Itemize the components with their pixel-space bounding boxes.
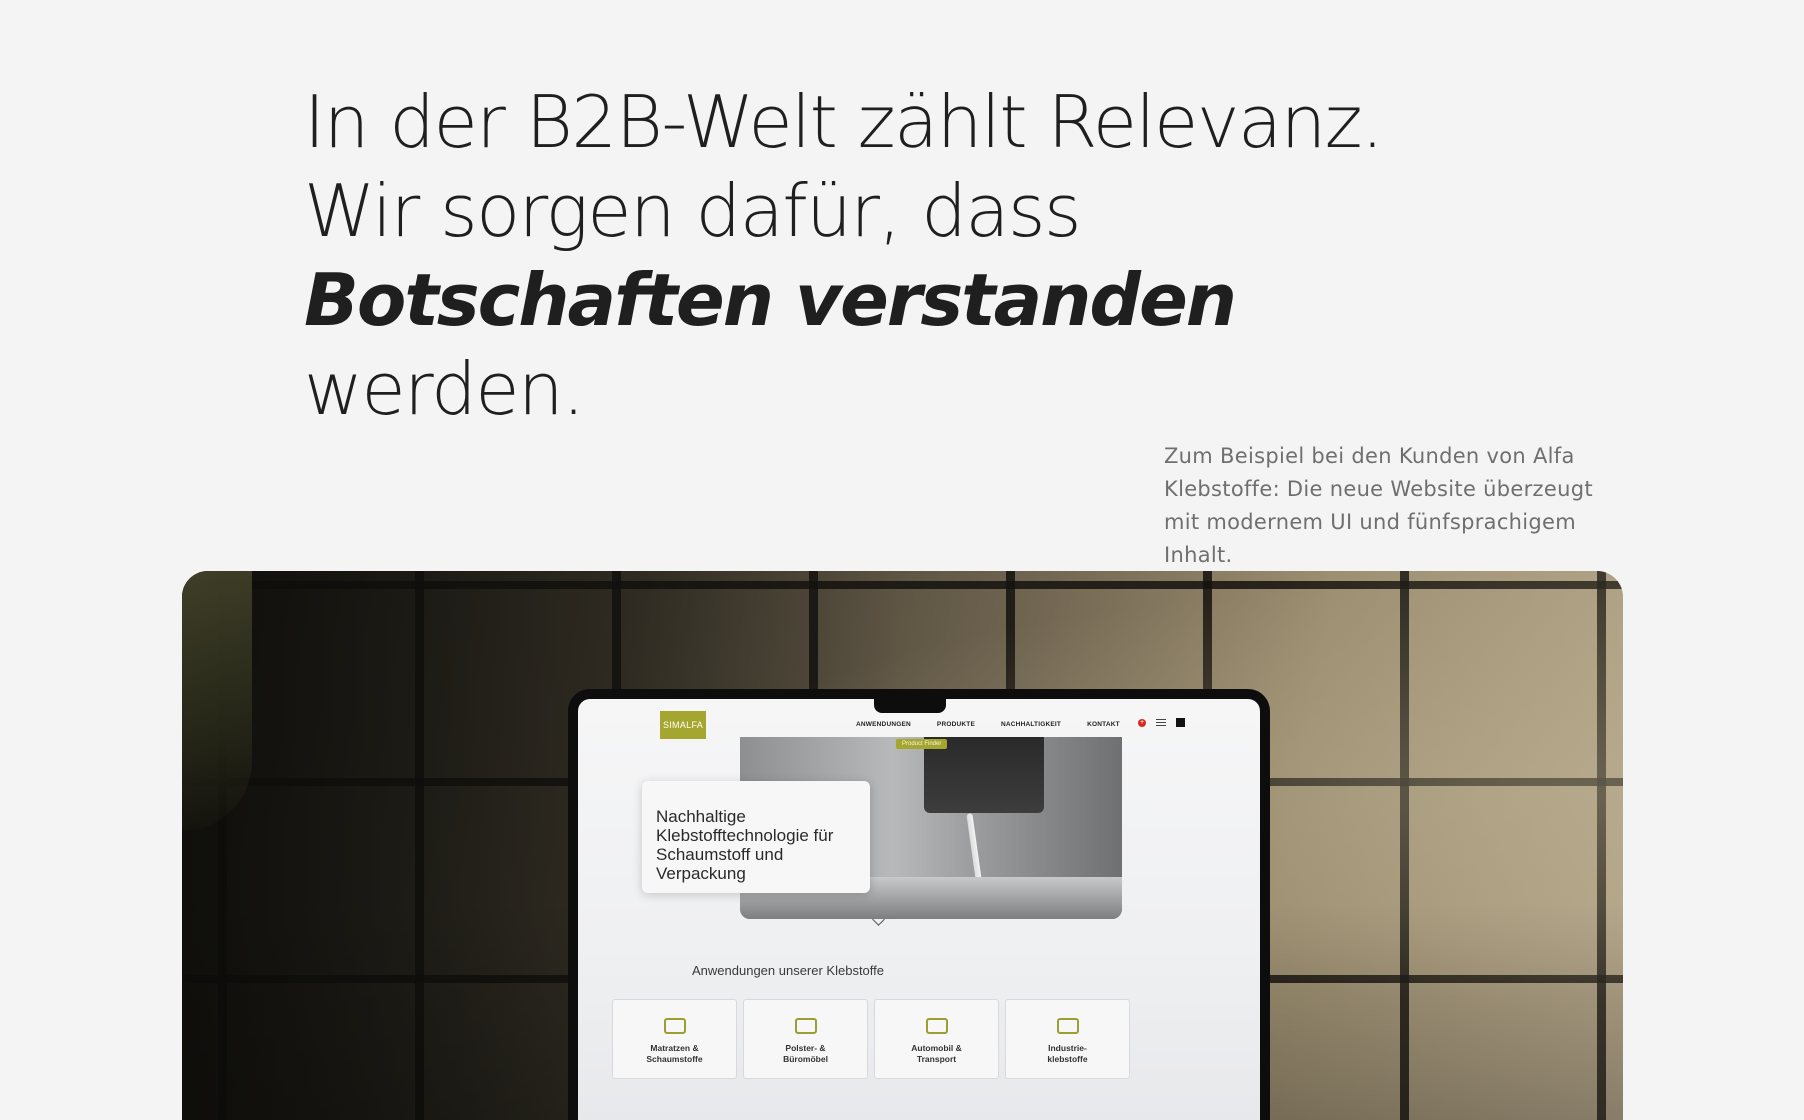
headline: In der B2B-Welt zählt Relevanz. Wir sorg… bbox=[304, 78, 1504, 434]
site-application-card: Polster- & Büromöbel bbox=[743, 999, 868, 1079]
site-nav-nachhaltigkeit: NACHHALTIGKEIT bbox=[1001, 721, 1062, 728]
car-seat-icon bbox=[925, 1018, 948, 1034]
factory-icon bbox=[1056, 1018, 1079, 1034]
site-application-label: Automobil & Transport bbox=[911, 1043, 962, 1064]
site-nav-links: ANWENDUNGEN PRODUKTE NACHHALTIGKEIT KONT… bbox=[856, 721, 1120, 728]
swiss-flag-icon: + bbox=[1138, 718, 1146, 727]
site-application-card: Automobil & Transport bbox=[874, 999, 999, 1079]
headline-part2: werden. bbox=[304, 347, 585, 431]
site-application-cards: Matratzen & Schaumstoffe Polster- & Büro… bbox=[612, 999, 1130, 1079]
mattress-icon bbox=[663, 1018, 686, 1034]
site-logo: SIMALFA bbox=[660, 711, 706, 739]
site-hero-card: Nachhaltige Klebstofftechnologie für Sch… bbox=[642, 781, 870, 893]
site-nav-kontakt: KONTAKT bbox=[1087, 721, 1120, 728]
laptop-notch bbox=[874, 697, 946, 713]
site-application-label: Matratzen & Schaumstoffe bbox=[646, 1043, 703, 1064]
site-nav-anwendungen: ANWENDUNGEN bbox=[856, 721, 911, 728]
case-study-photo: SIMALFA ANWENDUNGEN PRODUKTE NACHHALTIGK… bbox=[182, 571, 1623, 1120]
headline-emphasis: Botschaften verstanden bbox=[304, 258, 1237, 342]
site-hero-heading: Nachhaltige Klebstofftechnologie für Sch… bbox=[656, 807, 834, 883]
plant-leaf bbox=[182, 571, 252, 831]
headline-part1: In der B2B-Welt zählt Relevanz. Wir sorg… bbox=[304, 80, 1384, 253]
site-application-label: Industrie- klebstoffe bbox=[1047, 1043, 1088, 1064]
site-section-title: Anwendungen unserer Klebstoffe bbox=[692, 963, 885, 978]
site-application-label: Polster- & Büromöbel bbox=[783, 1043, 828, 1064]
page: In der B2B-Welt zählt Relevanz. Wir sorg… bbox=[0, 0, 1804, 1120]
sofa-icon bbox=[794, 1018, 817, 1034]
site-nav-icons: + bbox=[1138, 718, 1185, 727]
site-application-card: Industrie- klebstoffe bbox=[1005, 999, 1130, 1079]
site-nav-produkte: PRODUKTE bbox=[936, 721, 975, 728]
laptop-mockup: SIMALFA ANWENDUNGEN PRODUKTE NACHHALTIGK… bbox=[568, 689, 1270, 1120]
laptop-screen: SIMALFA ANWENDUNGEN PRODUKTE NACHHALTIGK… bbox=[578, 699, 1260, 1120]
square-icon bbox=[1176, 718, 1185, 727]
site-product-finder-badge: Product Finder bbox=[896, 739, 948, 749]
case-study-caption: Zum Beispiel bei den Kunden von Alfa Kle… bbox=[1164, 444, 1593, 567]
site-application-card: Matratzen & Schaumstoffe bbox=[612, 999, 737, 1079]
menu-icon bbox=[1156, 719, 1166, 726]
